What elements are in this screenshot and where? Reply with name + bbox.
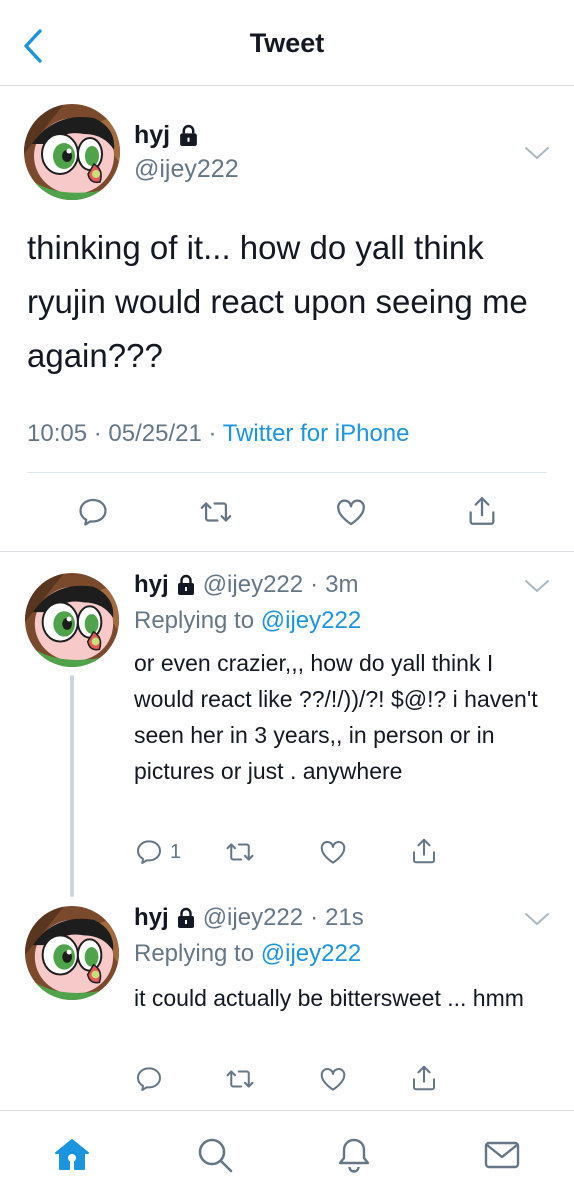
- retweet-icon: [224, 837, 256, 867]
- retweet-icon: [198, 495, 234, 529]
- tab-messages[interactable]: [480, 1133, 524, 1177]
- reply-icon: [134, 837, 164, 867]
- tweet-actions: [0, 489, 574, 535]
- meta-separator: ·: [208, 420, 217, 447]
- bell-icon: [338, 1138, 370, 1173]
- author-handle[interactable]: @ijey222: [134, 155, 239, 184]
- share-icon: [409, 1062, 439, 1094]
- tab-search[interactable]: [193, 1133, 237, 1177]
- author-name[interactable]: hyj: [134, 571, 169, 599]
- share-icon: [409, 835, 439, 867]
- retweet-button[interactable]: [224, 837, 256, 867]
- reply-icon: [76, 495, 110, 529]
- retweet-button[interactable]: [198, 495, 234, 529]
- share-button[interactable]: [409, 1062, 439, 1094]
- replying-label: Replying to: [134, 940, 255, 967]
- main-tweet: hyj @ijey222 thinking of it... how do ya…: [0, 87, 574, 552]
- meta-separator: ·: [93, 420, 102, 447]
- divider: [27, 472, 547, 473]
- replying-to: Replying to @ijey222: [134, 940, 361, 968]
- tweet-age: 3m: [325, 571, 359, 598]
- chevron-down-icon[interactable]: [523, 144, 551, 162]
- reply-button[interactable]: [76, 495, 110, 529]
- page-title: Tweet: [249, 28, 325, 58]
- tab-notifications[interactable]: [332, 1133, 376, 1177]
- heart-icon: [317, 837, 349, 867]
- chevron-down-icon[interactable]: [523, 910, 551, 928]
- tab-home[interactable]: [50, 1133, 94, 1177]
- replying-mention-link[interactable]: @ijey222: [261, 607, 361, 634]
- share-button[interactable]: [465, 493, 499, 529]
- reply-button[interactable]: [134, 1064, 164, 1094]
- author-name-row: hyj: [134, 121, 199, 150]
- retweet-button[interactable]: [224, 1064, 256, 1094]
- lock-icon: [178, 124, 199, 147]
- heart-icon: [333, 495, 369, 529]
- home-icon: [55, 1139, 89, 1170]
- lock-icon: [176, 907, 196, 929]
- tweet-age: 21s: [325, 904, 364, 931]
- reply-header: hyj @ijey222 · 21s: [134, 904, 364, 932]
- replying-mention-link[interactable]: @ijey222: [261, 940, 361, 967]
- reply-header: hyj @ijey222 · 3m: [134, 571, 358, 599]
- like-button[interactable]: [317, 1064, 349, 1094]
- replying-label: Replying to: [134, 607, 255, 634]
- search-icon: [198, 1138, 233, 1173]
- tweet-source-link[interactable]: Twitter for iPhone: [223, 420, 410, 447]
- tweet-text: it could actually be bittersweet ... hmm: [134, 985, 524, 1011]
- mail-icon: [484, 1141, 520, 1169]
- bottom-tab-bar: [0, 1110, 574, 1200]
- tweet-meta: 10:05 · 05/25/21 · Twitter for iPhone: [27, 420, 409, 448]
- reply-button[interactable]: 1: [134, 837, 181, 867]
- lock-icon: [176, 574, 196, 596]
- avatar[interactable]: [25, 573, 119, 667]
- avatar[interactable]: [24, 104, 120, 200]
- like-button[interactable]: [333, 495, 369, 529]
- retweet-icon: [224, 1064, 256, 1094]
- share-icon: [465, 493, 499, 529]
- avatar[interactable]: [25, 906, 119, 1000]
- author-handle[interactable]: @ijey222: [203, 904, 303, 932]
- tweet-text: thinking of it... how do yall think ryuj…: [27, 229, 528, 374]
- author-handle[interactable]: @ijey222: [203, 571, 303, 599]
- share-button[interactable]: [409, 835, 439, 867]
- tweet-date: 05/25/21: [108, 420, 202, 447]
- top-bar: Tweet: [0, 0, 574, 86]
- tweet-text: or even crazier,,, how do yall think I w…: [134, 650, 538, 784]
- reply-tweet[interactable]: hyj @ijey222 · 21s Replying to @ijey222 …: [0, 886, 574, 1108]
- meta-separator: ·: [310, 904, 319, 931]
- reply-count: 1: [170, 840, 182, 863]
- like-button[interactable]: [317, 837, 349, 867]
- author-name[interactable]: hyj: [134, 121, 170, 150]
- reply-tweet[interactable]: hyj @ijey222 · 3m Replying to @ijey222 o…: [0, 553, 574, 893]
- chevron-down-icon[interactable]: [523, 577, 551, 595]
- author-name[interactable]: hyj: [134, 904, 169, 932]
- heart-icon: [317, 1064, 349, 1094]
- replying-to: Replying to @ijey222: [134, 607, 361, 635]
- tweet-time: 10:05: [27, 420, 88, 447]
- meta-separator: ·: [310, 571, 319, 598]
- reply-icon: [134, 1064, 164, 1094]
